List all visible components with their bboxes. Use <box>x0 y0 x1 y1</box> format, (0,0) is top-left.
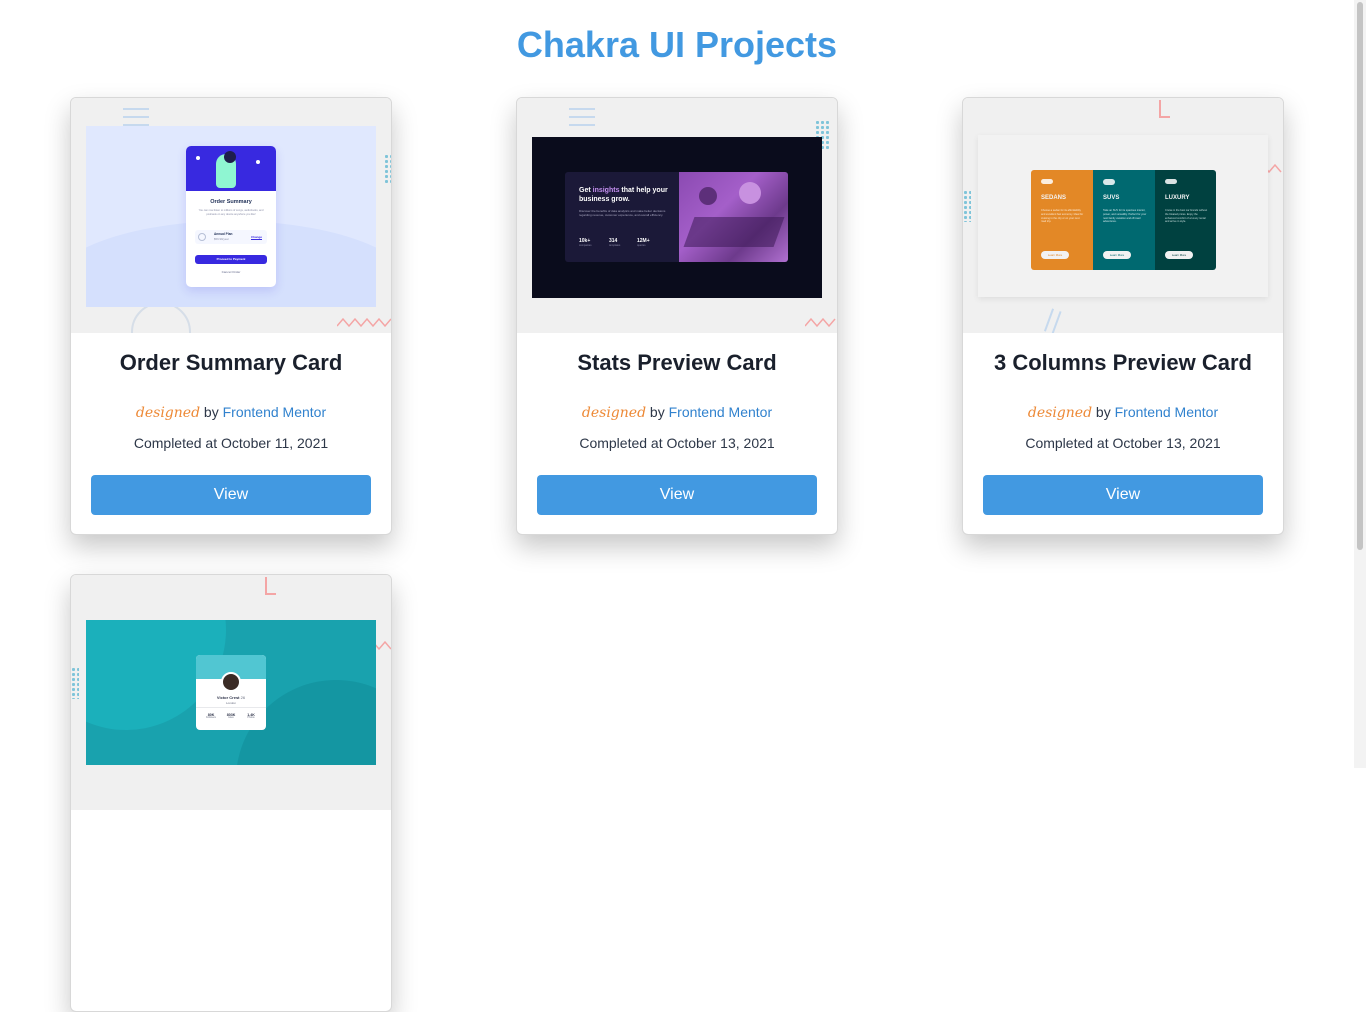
column-body: Take an SUV for its spacious interior, p… <box>1103 209 1147 224</box>
project-card-3-columns: SEDANS Choose a sedan for its affordabil… <box>962 97 1284 535</box>
project-thumbnail[interactable]: Order Summary You can now listen to mill… <box>71 98 391 333</box>
completed-date: Completed at October 13, 2021 <box>579 435 775 451</box>
scrollbar-thumb[interactable] <box>1357 2 1363 550</box>
sedan-car-icon <box>1041 179 1053 184</box>
by-label: by <box>649 404 665 420</box>
avatar <box>221 672 241 692</box>
completed-date: Completed at October 11, 2021 <box>133 435 329 451</box>
preview-stats-card: Get insights that help your business gro… <box>565 172 788 262</box>
by-label: by <box>1095 404 1111 420</box>
dot-grid-icon <box>71 667 79 699</box>
preview-plan-price: $59.99/year <box>214 237 229 241</box>
project-title: Order Summary Card <box>119 350 343 375</box>
line-pattern-icon <box>123 108 149 110</box>
project-card-order-summary: Order Summary You can now listen to mill… <box>70 97 392 535</box>
preview-change-link: Change <box>250 235 262 239</box>
project-thumbnail[interactable]: Get insights that help your business gro… <box>517 98 837 333</box>
preview-stat-2: 314 templates <box>609 238 621 247</box>
preview-profile-city: London <box>225 701 236 705</box>
designed-label: designed <box>581 405 647 421</box>
luxury-car-icon <box>1165 179 1177 184</box>
by-label: by <box>203 404 219 420</box>
frontend-mentor-link[interactable]: Frontend Mentor <box>223 404 327 420</box>
office-photo-icon <box>679 172 788 262</box>
zigzag-decoration-icon <box>805 317 836 328</box>
view-button[interactable]: View <box>91 475 371 515</box>
column-heading: LUXURY <box>1165 195 1190 201</box>
preview-profile-card: Victor Crest 26 London 80K Followers 803… <box>196 655 266 730</box>
completed-date: Completed at October 13, 2021 <box>1025 435 1221 451</box>
preview-pay-button: Proceed to Payment <box>195 255 267 264</box>
corner-decoration-icon <box>265 577 276 595</box>
project-card-profile: Victor Crest 26 London 80K Followers 803… <box>70 574 392 1012</box>
designed-label: designed <box>1027 405 1093 421</box>
line-pattern-icon <box>1043 308 1055 332</box>
preview-stat-1: 10k+ companies <box>579 238 592 247</box>
preview-order-card: Order Summary You can now listen to mill… <box>186 146 276 287</box>
music-icon <box>198 233 206 241</box>
frontend-mentor-link[interactable]: Frontend Mentor <box>669 404 773 420</box>
preview-cancel-link: Cancel Order <box>221 270 241 274</box>
preview-column-suvs: SUVS Take an SUV for its spacious interi… <box>1093 170 1155 270</box>
project-title: Stats Preview Card <box>577 350 777 375</box>
profile-card-screenshot: Victor Crest 26 London 80K Followers 803… <box>86 620 376 765</box>
preview-plan-name: Annual Plan <box>214 232 233 236</box>
preview-order-heading: Order Summary <box>210 199 252 205</box>
column-learn-more-button: Learn More <box>1041 251 1069 259</box>
page-scrollbar[interactable] <box>1354 0 1366 768</box>
preview-column-luxury: LUXURY Cruise in the best car brands wit… <box>1155 170 1216 270</box>
designed-label: designed <box>135 405 201 421</box>
column-learn-more-button: Learn More <box>1165 251 1193 259</box>
project-credit: designed by Frontend Mentor <box>71 404 391 421</box>
preview-profile-stat-2: 803K Likes <box>226 713 236 719</box>
column-heading: SEDANS <box>1041 195 1067 201</box>
preview-order-body: You can now listen to millions of songs,… <box>198 209 264 216</box>
column-learn-more-button: Learn More <box>1103 251 1131 259</box>
preview-column-sedans: SEDANS Choose a sedan for its affordabil… <box>1031 170 1093 270</box>
project-credit: designed by Frontend Mentor <box>963 404 1283 421</box>
project-thumbnail[interactable]: Victor Crest 26 London 80K Followers 803… <box>71 575 391 810</box>
stats-preview-screenshot: Get insights that help your business gro… <box>532 137 822 298</box>
preview-profile-stat-1: 80K Followers <box>206 713 216 719</box>
project-credit: designed by Frontend Mentor <box>517 404 837 421</box>
view-button[interactable]: View <box>983 475 1263 515</box>
preview-profile-name: Victor Crest 26 <box>216 695 246 700</box>
column-body: Choose a sedan for its affordability and… <box>1041 209 1084 224</box>
dot-grid-icon <box>963 190 971 222</box>
column-heading: SUVS <box>1103 195 1120 201</box>
zigzag-decoration-icon <box>337 317 391 328</box>
hero-illustration-icon <box>186 146 276 191</box>
preview-stats-heading: Get insights that help your business gro… <box>579 187 668 203</box>
page-title: Chakra UI Projects <box>516 24 838 65</box>
preview-profile-stat-3: 1.4K Photos <box>247 713 255 719</box>
dot-grid-icon <box>384 154 391 184</box>
preview-plan-box: Annual Plan $59.99/year Change <box>195 230 267 244</box>
order-summary-screenshot: Order Summary You can now listen to mill… <box>86 126 376 307</box>
project-title: 3 Columns Preview Card <box>994 350 1252 375</box>
preview-stats-body: Discover the benefits of data analytics … <box>579 209 666 217</box>
line-pattern-icon <box>569 108 595 110</box>
project-card-stats-preview: Get insights that help your business gro… <box>516 97 838 535</box>
project-thumbnail[interactable]: SEDANS Choose a sedan for its affordabil… <box>963 98 1283 333</box>
preview-stat-3: 12M+ queries <box>637 238 650 247</box>
three-columns-screenshot: SEDANS Choose a sedan for its affordabil… <box>978 135 1268 297</box>
corner-decoration-icon <box>1159 100 1170 118</box>
column-body: Cruise in the best car brands without th… <box>1165 209 1208 224</box>
frontend-mentor-link[interactable]: Frontend Mentor <box>1115 404 1219 420</box>
suv-car-icon <box>1103 179 1115 185</box>
view-button[interactable]: View <box>537 475 817 515</box>
